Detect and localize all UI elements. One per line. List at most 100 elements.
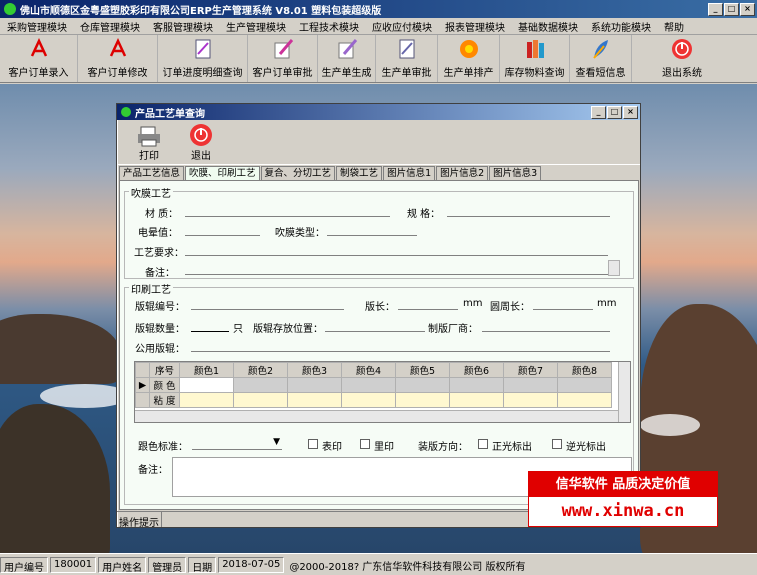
common-plate-label: 公用版辊： [135, 344, 185, 355]
tab-laminate-slit[interactable]: 复合、分切工艺 [260, 166, 336, 180]
tab-product-info[interactable]: 产品工艺信息 [119, 166, 185, 180]
grid-cell[interactable] [395, 392, 450, 408]
tab-image-3[interactable]: 图片信息3 [489, 166, 542, 180]
grid-cell[interactable] [341, 377, 396, 393]
grid-header: 颜色3 [287, 362, 342, 378]
toolbar-prod-schedule[interactable]: 生产单排产 [438, 35, 500, 82]
minimize-button[interactable]: _ [708, 2, 723, 16]
grid-cell[interactable] [179, 392, 234, 408]
user-name-label: 用户姓名 [98, 556, 147, 574]
plate-length-field[interactable] [398, 309, 458, 310]
tab-bagging[interactable]: 制袋工艺 [336, 166, 383, 180]
toolbar-order-edit[interactable]: 客户订单修改 [78, 35, 158, 82]
exit-icon [671, 38, 693, 60]
menu-warehouse[interactable]: 仓库管理模块 [73, 19, 146, 34]
toolbar-prod-generate[interactable]: 生产单生成 [318, 35, 376, 82]
menu-production[interactable]: 生产管理模块 [219, 19, 292, 34]
color-grid[interactable]: 序号 颜色1 颜色2 颜色3 颜色4 颜色5 颜色6 颜色7 颜色8 ▶ 颜 色 [134, 361, 631, 423]
blow-type-field[interactable] [327, 235, 417, 236]
remark-scrollbar[interactable] [608, 260, 620, 276]
requirement-field[interactable] [185, 255, 608, 256]
surface-print-checkbox[interactable] [308, 439, 318, 449]
row-indicator: ▶ [135, 377, 150, 393]
toolbar-messages[interactable]: 查看短信息 [570, 35, 632, 82]
grid-cell[interactable] [341, 392, 396, 408]
exit-icon [190, 124, 212, 146]
toolbar-order-approve[interactable]: 客户订单审批 [248, 35, 318, 82]
print-button[interactable]: 打印 [123, 120, 175, 164]
surface-print-label: 表印 [322, 442, 342, 453]
dialog-exit-button[interactable]: 退出 [175, 120, 227, 164]
blown-film-group: 吹膜工艺 材 质： 规 格： 电晕值： 吹膜类型： 工艺要求： 备注： [124, 185, 634, 279]
toolbar-exit[interactable]: 退出系统 [632, 35, 732, 82]
material-field[interactable] [185, 216, 390, 217]
grid-v-scrollbar[interactable] [618, 362, 630, 422]
grid-cell[interactable] [449, 377, 504, 393]
tab-blow-print[interactable]: 吹膜、印刷工艺 [185, 166, 260, 181]
plate-location-label: 版辊存放位置： [253, 324, 323, 335]
corona-field[interactable] [185, 235, 260, 236]
plate-maker-field[interactable] [482, 331, 610, 332]
menu-service[interactable]: 客服管理模块 [146, 19, 219, 34]
maximize-button[interactable]: □ [724, 2, 739, 16]
forward-label: 正光标出 [492, 442, 532, 453]
date-value: 2018-07-05 [218, 556, 285, 573]
grid-header: 颜色7 [503, 362, 558, 378]
menu-ar-ap[interactable]: 应收应付模块 [365, 19, 438, 34]
menu-purchase[interactable]: 采购管理模块 [0, 19, 73, 34]
dialog-close-button[interactable]: × [623, 105, 638, 119]
grid-header: 颜色6 [449, 362, 504, 378]
toolbar-stock-query[interactable]: 库存物料查询 [500, 35, 570, 82]
grid-cell[interactable] [287, 377, 342, 393]
reverse-checkbox[interactable] [552, 439, 562, 449]
grid-cell[interactable] [179, 377, 234, 393]
grid-cell[interactable] [233, 377, 288, 393]
toolbar-prod-approve[interactable]: 生产单审批 [376, 35, 438, 82]
grid-cell[interactable] [503, 377, 558, 393]
grid-cell[interactable] [557, 392, 612, 408]
menu-engineering[interactable]: 工程技术模块 [292, 19, 365, 34]
operation-hint: 操作提示 [117, 512, 162, 529]
group-title: 吹膜工艺 [129, 185, 173, 200]
toolbar-order-entry[interactable]: 客户订单录入 [0, 35, 78, 82]
plate-qty-field[interactable] [191, 331, 229, 332]
grid-cell[interactable] [557, 377, 612, 393]
main-toolbar: 客户订单录入 客户订单修改 订单进度明细查询 客户订单审批 生产单生成 生产单审… [0, 35, 757, 83]
quill-icon [272, 38, 294, 60]
tab-image-2[interactable]: 图片信息2 [436, 166, 489, 180]
dialog-minimize-button[interactable]: _ [591, 105, 606, 119]
grid-cell[interactable] [503, 392, 558, 408]
menu-help[interactable]: 帮助 [657, 19, 690, 34]
menu-system[interactable]: 系统功能模块 [584, 19, 657, 34]
remark-field[interactable] [185, 274, 608, 275]
user-id-value: 180001 [50, 556, 97, 573]
wave-foam [640, 414, 700, 436]
flower-icon [458, 38, 480, 60]
inner-print-checkbox[interactable] [360, 439, 370, 449]
grid-cell[interactable] [449, 392, 504, 408]
common-plate-field[interactable] [191, 351, 610, 352]
plate-location-field[interactable] [325, 331, 425, 332]
close-button[interactable]: × [740, 2, 755, 16]
dialog-maximize-button[interactable]: □ [607, 105, 622, 119]
toolbar-order-progress[interactable]: 订单进度明细查询 [158, 35, 248, 82]
plate-no-field[interactable] [191, 309, 344, 310]
mm-unit: mm [463, 298, 483, 309]
grid-cell[interactable] [233, 392, 288, 408]
grid-header: 颜色2 [233, 362, 288, 378]
grid-h-scrollbar[interactable] [135, 410, 620, 422]
menu-bar: 采购管理模块 仓库管理模块 客服管理模块 生产管理模块 工程技术模块 应收应付模… [0, 18, 757, 35]
grid-header: 序号 [149, 362, 180, 378]
color-standard-select[interactable]: ▼ [192, 437, 282, 450]
user-id-label: 用户编号 [0, 556, 48, 574]
grid-cell[interactable] [395, 377, 450, 393]
copyright: @2000-2018? 广东信华软件科技有限公司 版权所有 [289, 561, 526, 573]
circumference-field[interactable] [533, 309, 593, 310]
menu-base-data[interactable]: 基础数据模块 [511, 19, 584, 34]
grid-header: 颜色4 [341, 362, 396, 378]
grid-cell[interactable] [287, 392, 342, 408]
forward-checkbox[interactable] [478, 439, 488, 449]
spec-field[interactable] [447, 216, 610, 217]
menu-reports[interactable]: 报表管理模块 [438, 19, 511, 34]
tab-image-1[interactable]: 图片信息1 [383, 166, 436, 180]
